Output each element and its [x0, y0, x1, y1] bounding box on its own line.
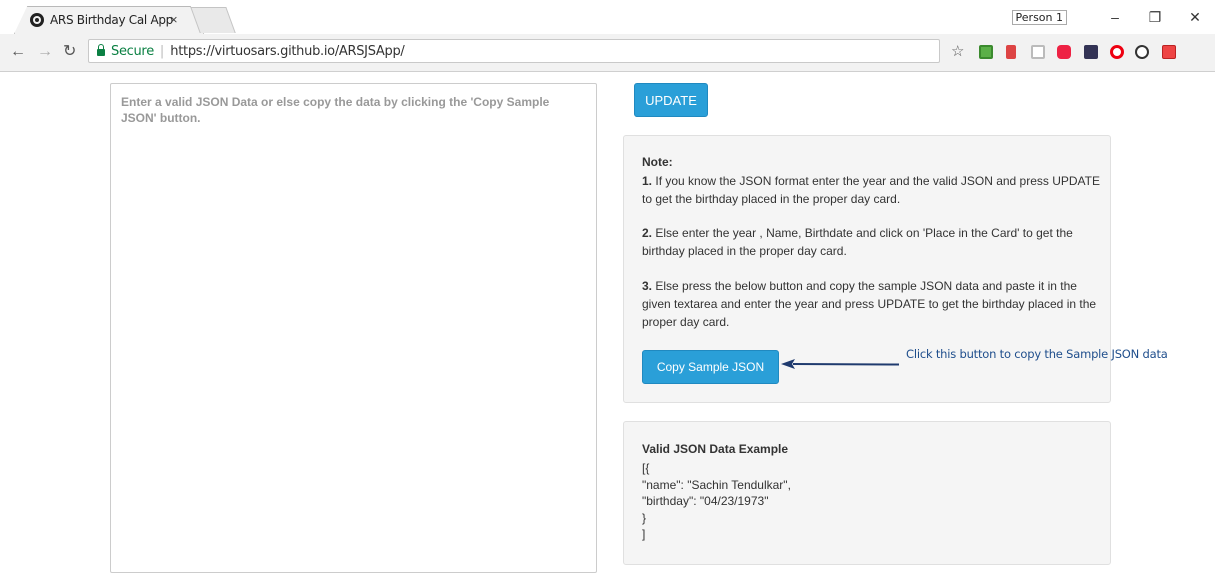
update-button[interactable]: UPDATE	[634, 83, 708, 117]
tab-close-icon[interactable]: ×	[170, 12, 178, 27]
address-bar[interactable]: Secure | https://virtuosars.github.io/AR…	[88, 39, 940, 63]
browser-tab-content[interactable]: ARS Birthday Cal App ×	[14, 6, 204, 34]
lock-icon	[97, 44, 105, 56]
rss-icon[interactable]	[1162, 45, 1176, 59]
pocket-icon[interactable]	[1057, 45, 1071, 59]
example-code: [{ "name": "Sachin Tendulkar", "birthday…	[642, 460, 791, 543]
opera-icon[interactable]	[1110, 45, 1124, 59]
annotation-arrow-icon	[781, 359, 900, 369]
note-text: Else press the below button and copy the…	[642, 279, 1097, 329]
example-panel: Valid JSON Data Example [{ "name": "Sach…	[623, 421, 1111, 565]
reader-icon[interactable]	[1031, 45, 1045, 59]
tab-strip: ARS Birthday Cal App × Person 1 – ❐ ✕	[0, 0, 1215, 34]
github-icon	[30, 13, 44, 27]
panda-icon[interactable]	[1135, 45, 1149, 59]
note-item-2: 2. Else enter the year , Name, Birthdate…	[642, 224, 1102, 260]
note-heading: Note:	[642, 155, 673, 169]
restore-icon[interactable]: ❐	[1135, 9, 1175, 26]
url-separator: |	[159, 43, 165, 59]
note-number: 2.	[642, 226, 653, 240]
browser-toolbar: ← → ↻ Secure | https://virtuosars.github…	[0, 34, 1215, 72]
example-line: [{	[642, 461, 650, 475]
note-text: Else enter the year , Name, Birthdate an…	[642, 226, 1073, 258]
pushbullet-icon[interactable]	[979, 45, 993, 59]
bookmark-icon[interactable]	[1006, 45, 1016, 59]
note-number: 1.	[642, 174, 653, 188]
example-line: }	[642, 510, 647, 525]
tab-title: ARS Birthday Cal App	[50, 13, 174, 27]
example-line: "birthday": "04/23/1973"	[642, 494, 769, 508]
note-item-3: 3. Else press the below button and copy …	[642, 277, 1102, 331]
note-text: If you know the JSON format enter the ye…	[642, 174, 1101, 206]
reload-icon[interactable]: ↻	[63, 44, 76, 60]
copy-sample-json-button[interactable]: Copy Sample JSON	[642, 350, 779, 384]
secure-label: Secure	[111, 43, 154, 59]
window-controls: Person 1 – ❐ ✕	[1011, 0, 1215, 34]
note-item-1: 1. If you know the JSON format enter the…	[642, 172, 1102, 208]
example-line: ]	[642, 527, 646, 541]
bookmark-star-icon[interactable]: ☆	[951, 44, 964, 59]
close-window-icon[interactable]: ✕	[1175, 9, 1215, 26]
example-heading: Valid JSON Data Example	[642, 442, 789, 456]
profile-button[interactable]: Person 1	[1011, 9, 1067, 25]
note-number: 3.	[642, 279, 653, 293]
back-icon[interactable]: ←	[10, 44, 26, 60]
json-input[interactable]	[110, 83, 597, 573]
window-icon[interactable]	[1084, 45, 1098, 59]
minimize-icon[interactable]: –	[1095, 9, 1135, 25]
example-line: "name": "Sachin Tendulkar",	[642, 477, 791, 492]
url-text: https://virtuosars.github.io/ARSJSApp/	[170, 43, 405, 59]
forward-icon[interactable]: →	[37, 44, 53, 60]
annotation-text: Click this button to copy the Sample JSO…	[906, 347, 1168, 361]
